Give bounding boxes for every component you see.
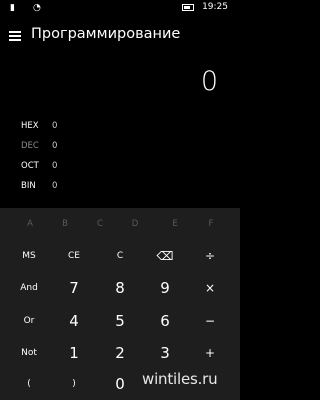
key-subtract[interactable]: −: [186, 305, 234, 337]
key-memory-store[interactable]: MS: [5, 240, 53, 272]
key-add[interactable]: +: [186, 337, 234, 369]
page-title: Программирование: [31, 26, 181, 42]
radix-value: 0: [52, 161, 58, 171]
status-time: 19:25: [202, 2, 228, 12]
key-9[interactable]: 9: [141, 272, 189, 304]
radix-label: BIN: [21, 181, 36, 191]
radix-bin[interactable]: BIN 0: [21, 181, 101, 195]
wifi-icon: ◔: [33, 3, 41, 13]
app-header: Программирование: [0, 22, 240, 50]
key-close-paren[interactable]: ): [50, 368, 98, 400]
watermark: wintiles.ru: [142, 370, 218, 388]
key-and[interactable]: And: [5, 272, 53, 304]
key-4[interactable]: 4: [50, 305, 98, 337]
radix-label: OCT: [21, 161, 39, 171]
radix-value: 0: [52, 181, 58, 191]
radix-value: 0: [52, 121, 58, 131]
key-open-paren[interactable]: (: [5, 368, 53, 400]
key-0[interactable]: 0: [96, 368, 144, 400]
key-2[interactable]: 2: [96, 337, 144, 369]
display-value: 0: [200, 66, 218, 97]
battery-icon: [182, 4, 194, 11]
status-bar: ▮ ◔ 19:25: [0, 0, 240, 16]
key-6[interactable]: 6: [141, 305, 189, 337]
radix-dec[interactable]: DEC 0: [21, 141, 101, 155]
key-clear[interactable]: C: [96, 240, 144, 272]
radix-label: HEX: [21, 121, 39, 131]
key-multiply[interactable]: ×: [186, 272, 234, 304]
backspace-icon[interactable]: ⌫: [141, 240, 189, 272]
key-8[interactable]: 8: [96, 272, 144, 304]
key-3[interactable]: 3: [141, 337, 189, 369]
key-or[interactable]: Or: [5, 305, 53, 337]
radix-label: DEC: [21, 141, 39, 151]
key-not[interactable]: Not: [5, 337, 53, 369]
radix-oct[interactable]: OCT 0: [21, 161, 101, 175]
key-1[interactable]: 1: [50, 337, 98, 369]
key-7[interactable]: 7: [50, 272, 98, 304]
signal-icon: ▮: [10, 3, 15, 13]
key-hex-f[interactable]: F: [187, 208, 235, 240]
key-divide[interactable]: ÷: [186, 240, 234, 272]
radix-value: 0: [52, 141, 58, 151]
radix-hex[interactable]: HEX 0: [21, 121, 101, 135]
key-clear-entry[interactable]: CE: [50, 240, 98, 272]
hamburger-menu-icon[interactable]: [9, 31, 21, 41]
key-5[interactable]: 5: [96, 305, 144, 337]
